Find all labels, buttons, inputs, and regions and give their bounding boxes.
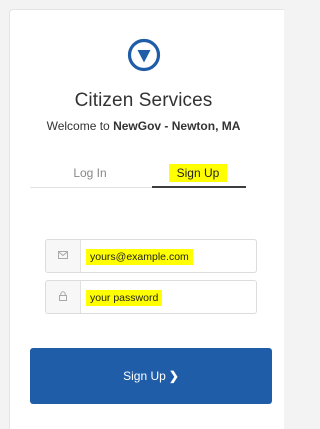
welcome-prefix: Welcome to [46,119,114,133]
email-placeholder: yours@example.com [86,249,193,265]
email-icon-box [46,240,81,272]
sign-up-button-label: Sign Up [123,369,166,383]
lock-icon [59,291,67,301]
tab-signup-label: Sign Up [168,164,228,182]
envelope-icon [58,251,68,259]
welcome-text: Welcome to NewGov - Newton, MA [0,119,287,133]
tab-login-label: Log In [73,166,107,180]
password-placeholder: your password [86,290,163,306]
password-icon-box [46,281,81,313]
password-field[interactable]: your password [45,280,257,314]
organization-name: NewGov - Newton, MA [113,119,241,133]
tab-signup[interactable]: Sign Up [152,164,244,182]
location-arrow-circle-icon [127,38,161,72]
active-tab-indicator [152,186,246,188]
app-title: Citizen Services [74,90,213,111]
chevron-right-icon: ❯ [168,369,179,383]
sign-up-button[interactable]: Sign Up ❯ [30,348,272,404]
email-field[interactable]: yours@example.com [45,239,257,273]
tab-login[interactable]: Log In [30,166,150,180]
